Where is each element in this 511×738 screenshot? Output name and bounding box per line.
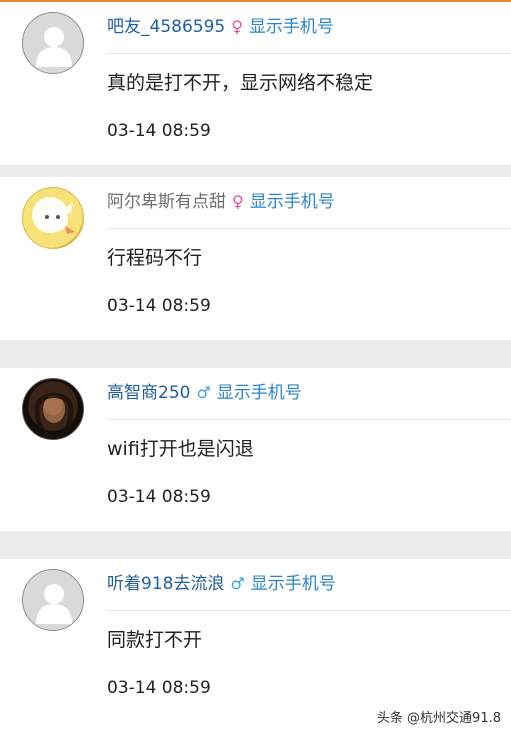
comment-item: 听着918去流浪 ♂ 显示手机号 同款打不开 03-14 08:59 头条 @杭州交… bbox=[0, 559, 511, 738]
divider bbox=[107, 610, 511, 611]
comment-time: 03-14 08:59 bbox=[107, 296, 211, 316]
comment-text: 真的是打不开，显示网络不稳定 bbox=[107, 72, 374, 94]
default-avatar-icon bbox=[36, 27, 72, 67]
divider bbox=[107, 228, 511, 229]
username[interactable]: 高智商250 bbox=[107, 383, 190, 403]
comment-item: 高智商250 ♂ 显示手机号 wifi打开也是闪退 03-14 08:59 bbox=[0, 368, 511, 531]
show-phone-link[interactable]: 显示手机号 bbox=[249, 17, 334, 37]
watermark: 头条 @杭州交通91.8 bbox=[376, 711, 501, 726]
female-icon: ♀ bbox=[231, 17, 243, 36]
username[interactable]: 阿尔卑斯有点甜 bbox=[107, 192, 226, 212]
female-icon: ♀ bbox=[232, 192, 244, 211]
comment-header: 听着918去流浪 ♂ 显示手机号 bbox=[107, 573, 336, 595]
photo-avatar-icon bbox=[34, 393, 74, 439]
divider bbox=[107, 419, 511, 420]
comment-time: 03-14 08:59 bbox=[107, 487, 211, 507]
username[interactable]: 吧友_4586595 bbox=[107, 17, 225, 37]
male-icon: ♂ bbox=[230, 574, 245, 593]
default-avatar-icon bbox=[36, 584, 72, 624]
male-icon: ♂ bbox=[196, 383, 211, 402]
comment-item: 吧友_4586595 ♀ 显示手机号 真的是打不开，显示网络不稳定 03-14 08… bbox=[0, 2, 511, 165]
divider bbox=[107, 53, 511, 54]
avatar[interactable] bbox=[22, 378, 84, 440]
comment-time: 03-14 08:59 bbox=[107, 121, 211, 141]
comment-text: 同款打不开 bbox=[107, 629, 203, 651]
show-phone-link[interactable]: 显示手机号 bbox=[217, 383, 302, 403]
username[interactable]: 听着918去流浪 bbox=[107, 574, 224, 594]
comment-header: 吧友_4586595 ♀ 显示手机号 bbox=[107, 16, 334, 38]
comment-header: 高智商250 ♂ 显示手机号 bbox=[107, 382, 302, 404]
avatar[interactable] bbox=[22, 569, 84, 631]
avatar[interactable] bbox=[22, 12, 84, 74]
avatar[interactable] bbox=[22, 187, 84, 249]
comment-text: wifi打开也是闪退 bbox=[107, 438, 254, 460]
comment-header: 阿尔卑斯有点甜 ♀ 显示手机号 bbox=[107, 191, 335, 213]
comment-item: 阿尔卑斯有点甜 ♀ 显示手机号 行程码不行 03-14 08:59 bbox=[0, 177, 511, 340]
cartoon-avatar-icon bbox=[38, 202, 75, 234]
show-phone-link[interactable]: 显示手机号 bbox=[250, 192, 335, 212]
comment-time: 03-14 08:59 bbox=[107, 678, 211, 698]
show-phone-link[interactable]: 显示手机号 bbox=[251, 574, 336, 594]
comment-text: 行程码不行 bbox=[107, 247, 203, 269]
